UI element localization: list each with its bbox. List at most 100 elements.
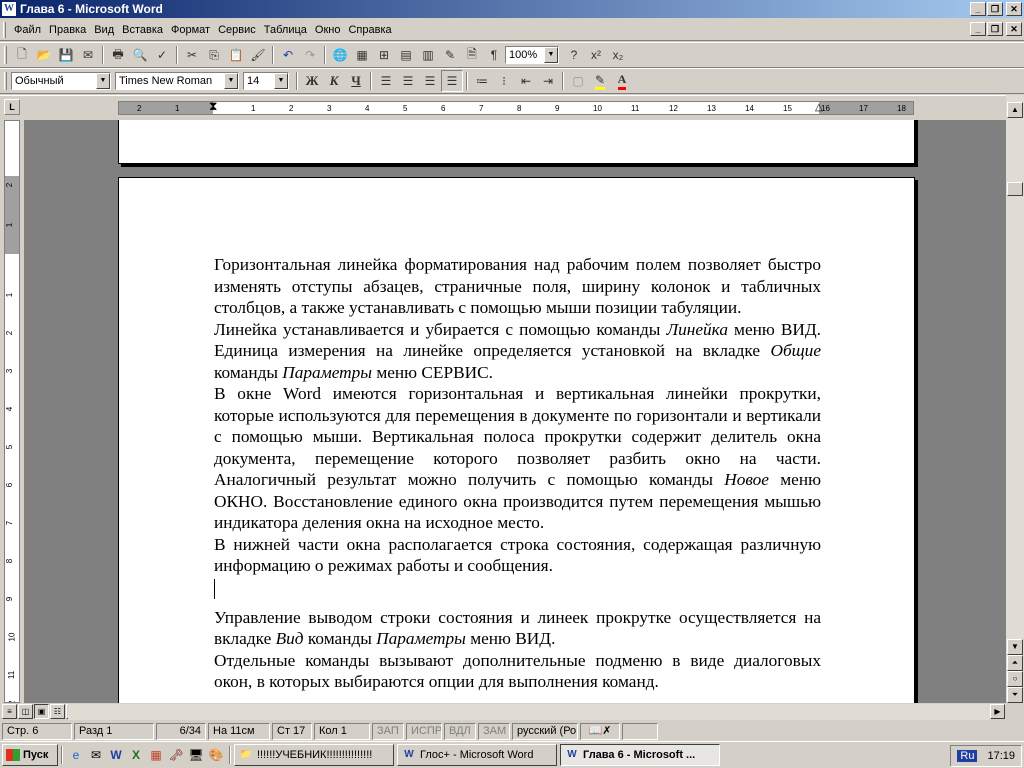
clock[interactable]: 17:19 xyxy=(987,750,1015,762)
menu-table[interactable]: Таблица xyxy=(260,24,311,36)
horizontal-scroll-track[interactable] xyxy=(68,704,990,720)
scroll-down-button[interactable]: ▼ xyxy=(1007,639,1023,655)
style-select[interactable]: Обычный ▼ xyxy=(11,72,111,90)
increase-indent-icon[interactable]: ⇥ xyxy=(537,70,559,92)
status-track-changes[interactable]: ИСПР xyxy=(406,722,442,740)
status-extend[interactable]: ВДЛ xyxy=(444,722,476,740)
align-left-icon[interactable]: ☰ xyxy=(375,70,397,92)
underline-button[interactable]: Ч xyxy=(345,70,367,92)
task-folder[interactable]: 📁 !!!!!!УЧЕБНИК!!!!!!!!!!!!!!! xyxy=(234,744,394,766)
doc-restore-button[interactable]: ❐ xyxy=(987,22,1003,36)
decrease-indent-icon[interactable]: ⇤ xyxy=(515,70,537,92)
previous-page-button[interactable]: ⏶ xyxy=(1007,655,1023,671)
font-color-icon[interactable]: A xyxy=(611,70,633,92)
spelling-status-icon[interactable]: 📖✗ xyxy=(580,722,620,740)
horizontal-ruler[interactable]: 2 1 1 2 3 4 5 6 7 8 9 10 11 12 13 14 15 16 17 18 ⧗ △ xyxy=(118,101,914,115)
superscript-icon[interactable]: x² xyxy=(585,44,607,66)
open-folder-icon[interactable]: 📂 xyxy=(33,44,55,66)
doc-close-button[interactable]: ✕ xyxy=(1006,22,1022,36)
save-icon[interactable]: 💾 xyxy=(55,44,77,66)
scroll-up-button[interactable]: ▲ xyxy=(1007,102,1023,118)
doc-minimize-button[interactable]: _ xyxy=(970,22,986,36)
right-indent-marker-icon[interactable]: △ xyxy=(815,103,823,113)
redo-icon[interactable]: ↷ xyxy=(299,44,321,66)
tab-selector[interactable]: L xyxy=(4,99,20,115)
columns-icon[interactable]: ▥ xyxy=(417,44,439,66)
toolbar-grip[interactable] xyxy=(4,72,7,90)
align-center-icon[interactable]: ☰ xyxy=(397,70,419,92)
indent-marker-icon[interactable]: ⧗ xyxy=(209,102,217,112)
document-body[interactable]: Горизонтальная линейка форматирования на… xyxy=(214,254,821,693)
excel-icon[interactable]: X xyxy=(126,745,146,765)
close-button[interactable]: ✕ xyxy=(1006,2,1022,16)
menu-window[interactable]: Окно xyxy=(311,24,345,36)
outline-view-button[interactable]: ☷ xyxy=(50,704,65,719)
menu-view[interactable]: Вид xyxy=(90,24,118,36)
undo-icon[interactable]: ↶ xyxy=(277,44,299,66)
chevron-down-icon[interactable]: ▼ xyxy=(544,47,558,63)
status-record[interactable]: ЗАП xyxy=(372,722,404,740)
menu-file[interactable]: Файл xyxy=(10,24,45,36)
next-page-button[interactable]: ⏷ xyxy=(1007,687,1023,703)
tables-borders-icon[interactable]: ▦ xyxy=(351,44,373,66)
hyperlink-icon[interactable]: 🌐 xyxy=(329,44,351,66)
font-size-select[interactable]: 14 ▼ xyxy=(243,72,289,90)
justify-icon[interactable]: ☰ xyxy=(441,70,463,92)
minimize-button[interactable]: _ xyxy=(970,2,986,16)
explorer-icon[interactable]: 🖥 xyxy=(186,745,206,765)
scroll-thumb[interactable] xyxy=(1007,182,1023,196)
status-overtype[interactable]: ЗАМ xyxy=(478,722,510,740)
scroll-right-button[interactable]: ▶ xyxy=(990,704,1005,719)
web-view-button[interactable]: ◫ xyxy=(18,704,33,719)
outlook-icon[interactable]: ✉ xyxy=(86,745,106,765)
status-language[interactable]: русский (Ро xyxy=(512,722,578,740)
print-layout-button[interactable]: ▣ xyxy=(34,704,49,719)
document-workspace[interactable]: Горизонтальная линейка форматирования на… xyxy=(24,120,1006,703)
vertical-ruler[interactable]: 21123456789101112 xyxy=(4,120,20,703)
access-icon[interactable]: 🗝 xyxy=(166,745,186,765)
task-word-chapter6[interactable]: W Глава 6 - Microsoft ... xyxy=(560,744,720,766)
normal-view-button[interactable]: ≡ xyxy=(2,704,17,719)
subscript-icon[interactable]: x₂ xyxy=(607,44,629,66)
menu-tools[interactable]: Сервис xyxy=(214,24,260,36)
task-word-glos[interactable]: W Глос+ - Microsoft Word xyxy=(397,744,557,766)
borders-icon[interactable]: ▢ xyxy=(567,70,589,92)
language-indicator[interactable]: Ru xyxy=(957,750,978,762)
format-painter-icon[interactable]: 🖌 xyxy=(247,44,269,66)
toolbar-grip[interactable] xyxy=(4,46,7,64)
menu-help[interactable]: Справка xyxy=(344,24,395,36)
menu-grip[interactable] xyxy=(3,21,6,38)
paste-icon[interactable]: 📋 xyxy=(225,44,247,66)
chevron-down-icon[interactable]: ▼ xyxy=(96,73,110,89)
new-document-icon[interactable]: 🗋 xyxy=(11,44,33,66)
spelling-icon[interactable]: ✓ xyxy=(151,44,173,66)
show-formatting-icon[interactable]: ¶ xyxy=(483,44,505,66)
word-app-icon[interactable]: W xyxy=(2,2,16,16)
copy-icon[interactable]: ⎘ xyxy=(203,44,225,66)
powerpoint-icon[interactable]: ▦ xyxy=(146,745,166,765)
print-preview-icon[interactable]: 🔍 xyxy=(129,44,151,66)
cut-icon[interactable]: ✂ xyxy=(181,44,203,66)
italic-button[interactable]: К xyxy=(323,70,345,92)
email-icon[interactable]: ✉ xyxy=(77,44,99,66)
maximize-button[interactable]: ❐ xyxy=(987,2,1003,16)
chevron-down-icon[interactable]: ▼ xyxy=(224,73,238,89)
menu-insert[interactable]: Вставка xyxy=(118,24,167,36)
font-select[interactable]: Times New Roman ▼ xyxy=(115,72,239,90)
align-right-icon[interactable]: ☰ xyxy=(419,70,441,92)
menu-edit[interactable]: Правка xyxy=(45,24,90,36)
browse-object-button[interactable]: ○ xyxy=(1007,671,1023,687)
bullets-icon[interactable]: ⁝ xyxy=(493,70,515,92)
start-button[interactable]: Пуск xyxy=(2,744,58,766)
menu-format[interactable]: Формат xyxy=(167,24,214,36)
vertical-scrollbar[interactable]: ▲ ▼ ⏶ ○ ⏷ xyxy=(1006,95,1024,703)
insert-table-icon[interactable]: ⊞ xyxy=(373,44,395,66)
current-page[interactable]: Горизонтальная линейка форматирования на… xyxy=(118,177,915,703)
internet-explorer-icon[interactable]: e xyxy=(66,745,86,765)
word-icon[interactable]: W xyxy=(106,745,126,765)
drawing-icon[interactable]: ✎ xyxy=(439,44,461,66)
document-map-icon[interactable]: 🗎 xyxy=(461,44,483,66)
insert-excel-icon[interactable]: ▤ xyxy=(395,44,417,66)
paint-icon[interactable]: 🎨 xyxy=(206,745,226,765)
chevron-down-icon[interactable]: ▼ xyxy=(274,73,288,89)
